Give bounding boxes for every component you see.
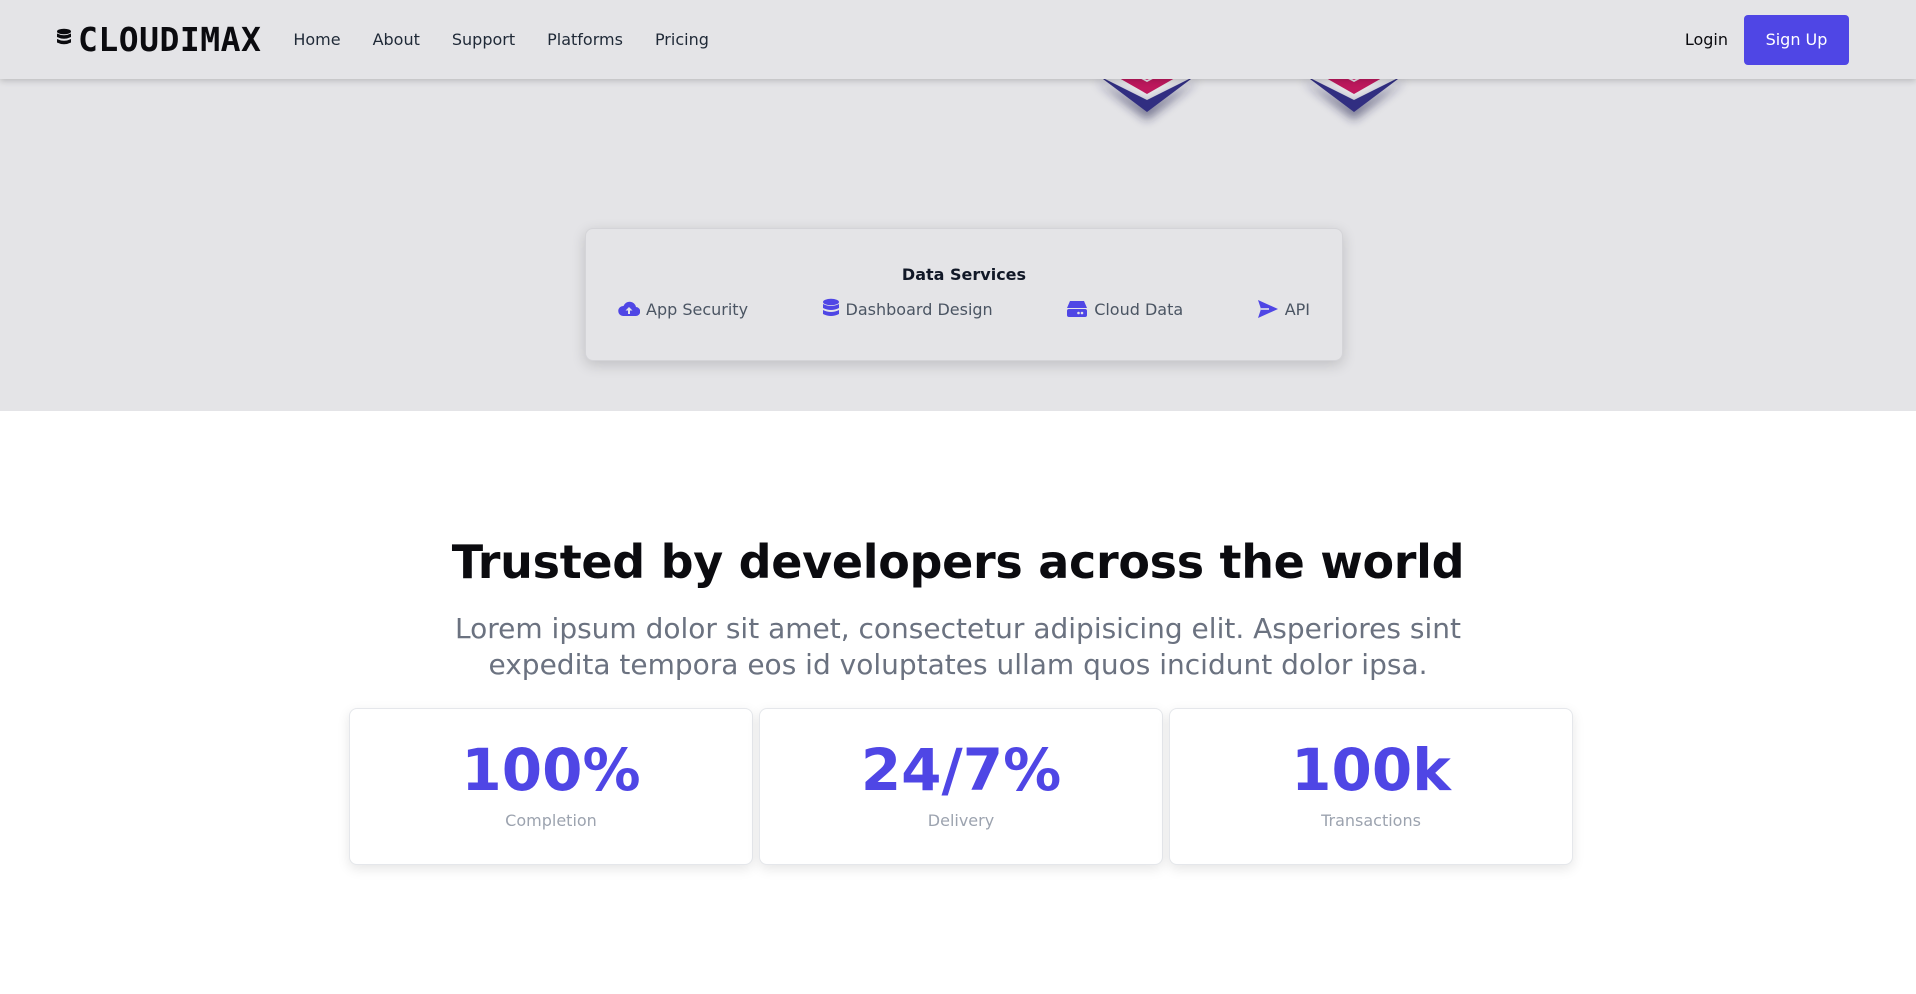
cloud-upload-icon [618, 300, 640, 318]
nav-link-platforms[interactable]: Platforms [547, 30, 623, 49]
trust-headline: Trusted by developers across the world [451, 535, 1465, 589]
services-title: Data Services [901, 265, 1027, 284]
signup-button[interactable]: Sign Up [1744, 14, 1849, 65]
stat-card-delivery: 24/7% Delivery [759, 708, 1163, 865]
brand-logo[interactable]: CLOUDIMAX [56, 20, 261, 59]
database-icon [822, 298, 840, 320]
service-label: API [1284, 299, 1310, 319]
stat-card-completion: 100% Completion [349, 708, 753, 865]
stat-label: Completion [505, 810, 597, 830]
stat-label: Delivery [927, 810, 995, 830]
login-link[interactable]: Login [1685, 30, 1728, 49]
service-api[interactable]: API [1257, 299, 1310, 319]
top-navbar: CLOUDIMAX Home About Support Platforms P… [0, 0, 1916, 79]
service-dashboard-design[interactable]: Dashboard Design [822, 298, 993, 320]
nav-link-support[interactable]: Support [452, 30, 515, 49]
nav-link-pricing[interactable]: Pricing [655, 30, 709, 49]
main-nav: Home About Support Platforms Pricing [293, 30, 709, 49]
trust-subtext: Lorem ipsum dolor sit amet, consectetur … [455, 612, 1461, 681]
service-label: Cloud Data [1094, 299, 1184, 319]
stats-row: 100% Completion 24/7% Delivery 100k Tran… [349, 708, 1573, 865]
stat-value: 100k [1291, 736, 1451, 804]
nav-link-home[interactable]: Home [293, 30, 340, 49]
paper-plane-icon [1257, 299, 1279, 319]
services-list: App Security Dashboard Design Cloud Data… [618, 298, 1310, 320]
stat-label: Transactions [1321, 810, 1421, 830]
stat-value: 100% [461, 736, 641, 804]
server-icon [1066, 300, 1088, 318]
nav-link-about[interactable]: About [373, 30, 420, 49]
nav-actions: Login Sign Up [1685, 14, 1849, 65]
service-app-security[interactable]: App Security [618, 300, 748, 319]
database-icon [56, 28, 72, 52]
service-label: Dashboard Design [845, 299, 993, 319]
stat-card-transactions: 100k Transactions [1169, 708, 1573, 865]
data-services-card: Data Services App Security Dashboard Des… [585, 228, 1343, 361]
service-cloud-data[interactable]: Cloud Data [1066, 300, 1183, 319]
service-label: App Security [646, 299, 749, 319]
brand-name: CLOUDIMAX [78, 20, 262, 59]
stat-value: 24/7% [860, 736, 1062, 804]
